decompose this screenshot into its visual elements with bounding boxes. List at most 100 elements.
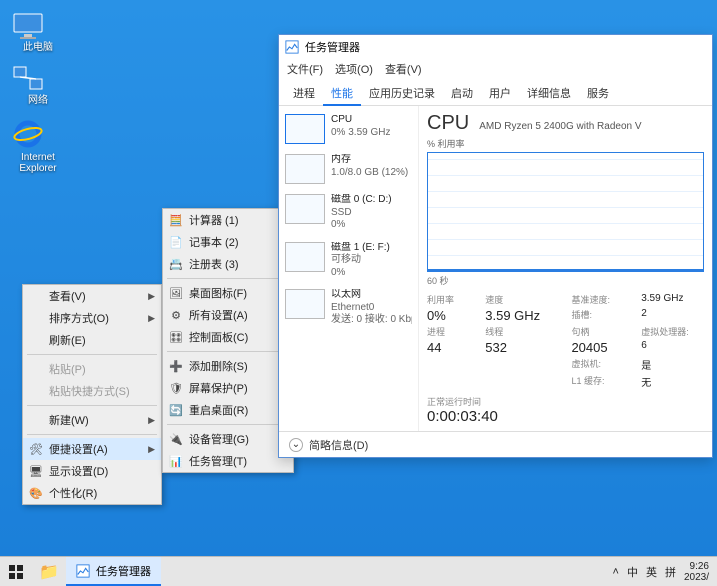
sub-item-4[interactable]: 🖼 桌面图标(F) xyxy=(163,282,293,304)
tab-应用历史记录[interactable]: 应用历史记录 xyxy=(361,81,443,105)
tab-性能[interactable]: 性能 xyxy=(323,81,361,105)
tabstrip[interactable]: 进程性能应用历史记录启动用户详细信息服务 xyxy=(279,81,712,106)
uptime-value: 0:00:03:40 xyxy=(427,408,704,425)
ctx-item-10[interactable]: 🖥显示设置(D) xyxy=(23,460,161,482)
tab-详细信息[interactable]: 详细信息 xyxy=(519,81,579,105)
sub-item-6[interactable]: 🎛 控制面板(C) xyxy=(163,326,293,348)
resource-thumb xyxy=(285,242,325,272)
ctx-item-4: 粘贴(P) xyxy=(23,358,161,380)
sub-item-5[interactable]: ⚙所有设置(A) xyxy=(163,304,293,326)
resource-title: 以太网 xyxy=(331,289,412,302)
util-axis-label: % 利用率 xyxy=(427,137,704,150)
menu-item-icon: 🖼 xyxy=(169,287,183,300)
resource-card-1[interactable]: 内存 1.0/8.0 GB (12%) xyxy=(283,152,414,186)
val-threads: 532 xyxy=(485,340,555,355)
submenu-arrow-icon: ▶ xyxy=(148,444,155,455)
ctx-item-1[interactable]: 排序方式(O)▶ xyxy=(23,307,161,329)
taskbar[interactable]: 📁 任务管理器 ˄ 中 英 拼 9:26 2023/ xyxy=(0,556,717,586)
menu-0[interactable]: 文件(F) xyxy=(287,61,323,77)
titlebar[interactable]: 任务管理器 xyxy=(279,35,712,59)
tab-启动[interactable]: 启动 xyxy=(443,81,481,105)
clock-date: 2023/ xyxy=(684,572,709,583)
menu-1[interactable]: 选项(O) xyxy=(335,61,373,77)
ctx-item-9[interactable]: 🛠便捷设置(A)▶ xyxy=(23,438,161,460)
menu-item-icon: 🎛 xyxy=(169,331,183,344)
menu-item-label: 设备管理(G) xyxy=(189,431,249,447)
sub-item-13[interactable]: 📊任务管理(T) xyxy=(163,450,293,472)
resource-card-2[interactable]: 磁盘 0 (C: D:) SSD 0% xyxy=(283,192,414,234)
menu-item-icon: 🔄 xyxy=(169,404,183,417)
start-button[interactable] xyxy=(0,557,32,586)
lbl-vm: 虚拟机: xyxy=(571,357,625,372)
resource-card-3[interactable]: 磁盘 1 (E: F:) 可移动 0% xyxy=(283,240,414,282)
ime-mode-2[interactable]: 拼 xyxy=(665,564,676,580)
val-base: 3.59 GHz xyxy=(641,293,704,306)
icon-label: 此电脑 xyxy=(12,42,64,53)
menu-item-label: 记事本 (2) xyxy=(189,234,239,250)
ctx-item-2[interactable]: 刷新(E) xyxy=(23,329,161,351)
menu-item-label: 粘贴快捷方式(S) xyxy=(49,383,130,399)
menu-item-icon: 📊 xyxy=(169,455,183,468)
menu-item-icon: 🧮 xyxy=(169,214,183,227)
menu-item-label: 刷新(E) xyxy=(49,332,86,348)
desktop-icon-this-pc[interactable]: 此电脑 xyxy=(12,12,64,53)
sub-item-9[interactable]: 🛡屏幕保护(P) xyxy=(163,377,293,399)
desktop-icon-ie[interactable]: Internet Explorer xyxy=(12,118,64,174)
resource-title: 磁盘 0 (C: D:) xyxy=(331,194,392,207)
sub-item-2[interactable]: 📇注册表 (3) xyxy=(163,253,293,275)
quick-settings-submenu[interactable]: 🧮 计算器 (1) 📄 记事本 (2) 📇注册表 (3) 🖼 桌面图标(F) ⚙所有设置(A)… xyxy=(162,208,294,473)
ctx-item-7[interactable]: 新建(W)▶ xyxy=(23,409,161,431)
menu-item-label: 计算器 (1) xyxy=(189,212,239,228)
ctx-item-5: 粘贴快捷方式(S) xyxy=(23,380,161,402)
menu-item-label: 添加删除(S) xyxy=(189,358,248,374)
resource-sub: 1.0/8.0 GB (12%) xyxy=(331,167,408,180)
resource-sub2: 0% xyxy=(331,267,390,280)
resource-card-4[interactable]: 以太网 Ethernet0 发送: 0 接收: 0 Kbps xyxy=(283,287,414,329)
sub-item-1[interactable]: 📄 记事本 (2) xyxy=(163,231,293,253)
ime-mode-1[interactable]: 英 xyxy=(646,564,657,580)
menu-item-icon: 📇 xyxy=(169,258,183,271)
menu-item-label: 控制面板(C) xyxy=(189,329,248,345)
lbl-virt: 虚拟处理器: xyxy=(641,325,704,338)
val-l1: 无 xyxy=(641,374,704,389)
tray-chevron-icon[interactable]: ˄ xyxy=(613,566,619,578)
resource-sub: SSD xyxy=(331,207,392,220)
lbl-threads: 线程 xyxy=(485,325,555,338)
file-explorer-pin[interactable]: 📁 xyxy=(32,557,66,586)
menu-item-label: 排序方式(O) xyxy=(49,310,109,326)
collapse-icon[interactable]: ⌄ xyxy=(289,438,303,452)
cpu-graph[interactable] xyxy=(427,152,704,272)
resource-card-0[interactable]: CPU 0% 3.59 GHz xyxy=(283,112,414,146)
tab-服务[interactable]: 服务 xyxy=(579,81,617,105)
resource-title: CPU xyxy=(331,114,390,127)
resource-sub: 可移动 xyxy=(331,254,390,267)
sub-item-12[interactable]: 🔌设备管理(G) xyxy=(163,428,293,450)
footer: ⌄ 简略信息(D) xyxy=(279,431,712,457)
sub-item-0[interactable]: 🧮 计算器 (1) xyxy=(163,209,293,231)
lbl-l1: L1 缓存: xyxy=(571,374,625,389)
desktop-context-menu[interactable]: 查看(V)▶排序方式(O)▶刷新(E)粘贴(P)粘贴快捷方式(S)新建(W)▶🛠… xyxy=(22,284,162,505)
desktop-icon-network[interactable]: 网络 xyxy=(12,65,64,106)
ime-lang[interactable]: 中 xyxy=(627,564,638,580)
menu-item-label: 桌面图标(F) xyxy=(189,285,247,301)
ctx-item-0[interactable]: 查看(V)▶ xyxy=(23,285,161,307)
clock[interactable]: 9:26 2023/ xyxy=(684,561,709,583)
cpu-heading: CPU xyxy=(427,112,469,135)
tab-用户[interactable]: 用户 xyxy=(481,81,519,105)
tab-进程[interactable]: 进程 xyxy=(285,81,323,105)
sub-item-10[interactable]: 🔄重启桌面(R) xyxy=(163,399,293,421)
ctx-item-11[interactable]: 🎨个性化(R) xyxy=(23,482,161,504)
resource-list[interactable]: CPU 0% 3.59 GHz 内存 1.0/8.0 GB (12%) 磁盘 0… xyxy=(279,106,419,431)
menu-2[interactable]: 查看(V) xyxy=(385,61,422,77)
menu-item-icon: 📄 xyxy=(169,236,183,249)
menubar[interactable]: 文件(F) 选项(O) 查看(V) xyxy=(279,59,712,79)
lbl-handles: 句柄 xyxy=(571,325,625,338)
sub-item-8[interactable]: ➕添加删除(S) xyxy=(163,355,293,377)
system-tray[interactable]: ˄ 中 英 拼 9:26 2023/ xyxy=(605,561,717,583)
menu-item-label: 查看(V) xyxy=(49,288,86,304)
taskbar-task-manager[interactable]: 任务管理器 xyxy=(66,557,161,586)
brief-info-link[interactable]: 简略信息(D) xyxy=(309,437,368,453)
icon-label: 网络 xyxy=(12,95,64,106)
resource-thumb xyxy=(285,114,325,144)
val-speed: 3.59 GHz xyxy=(485,308,555,323)
